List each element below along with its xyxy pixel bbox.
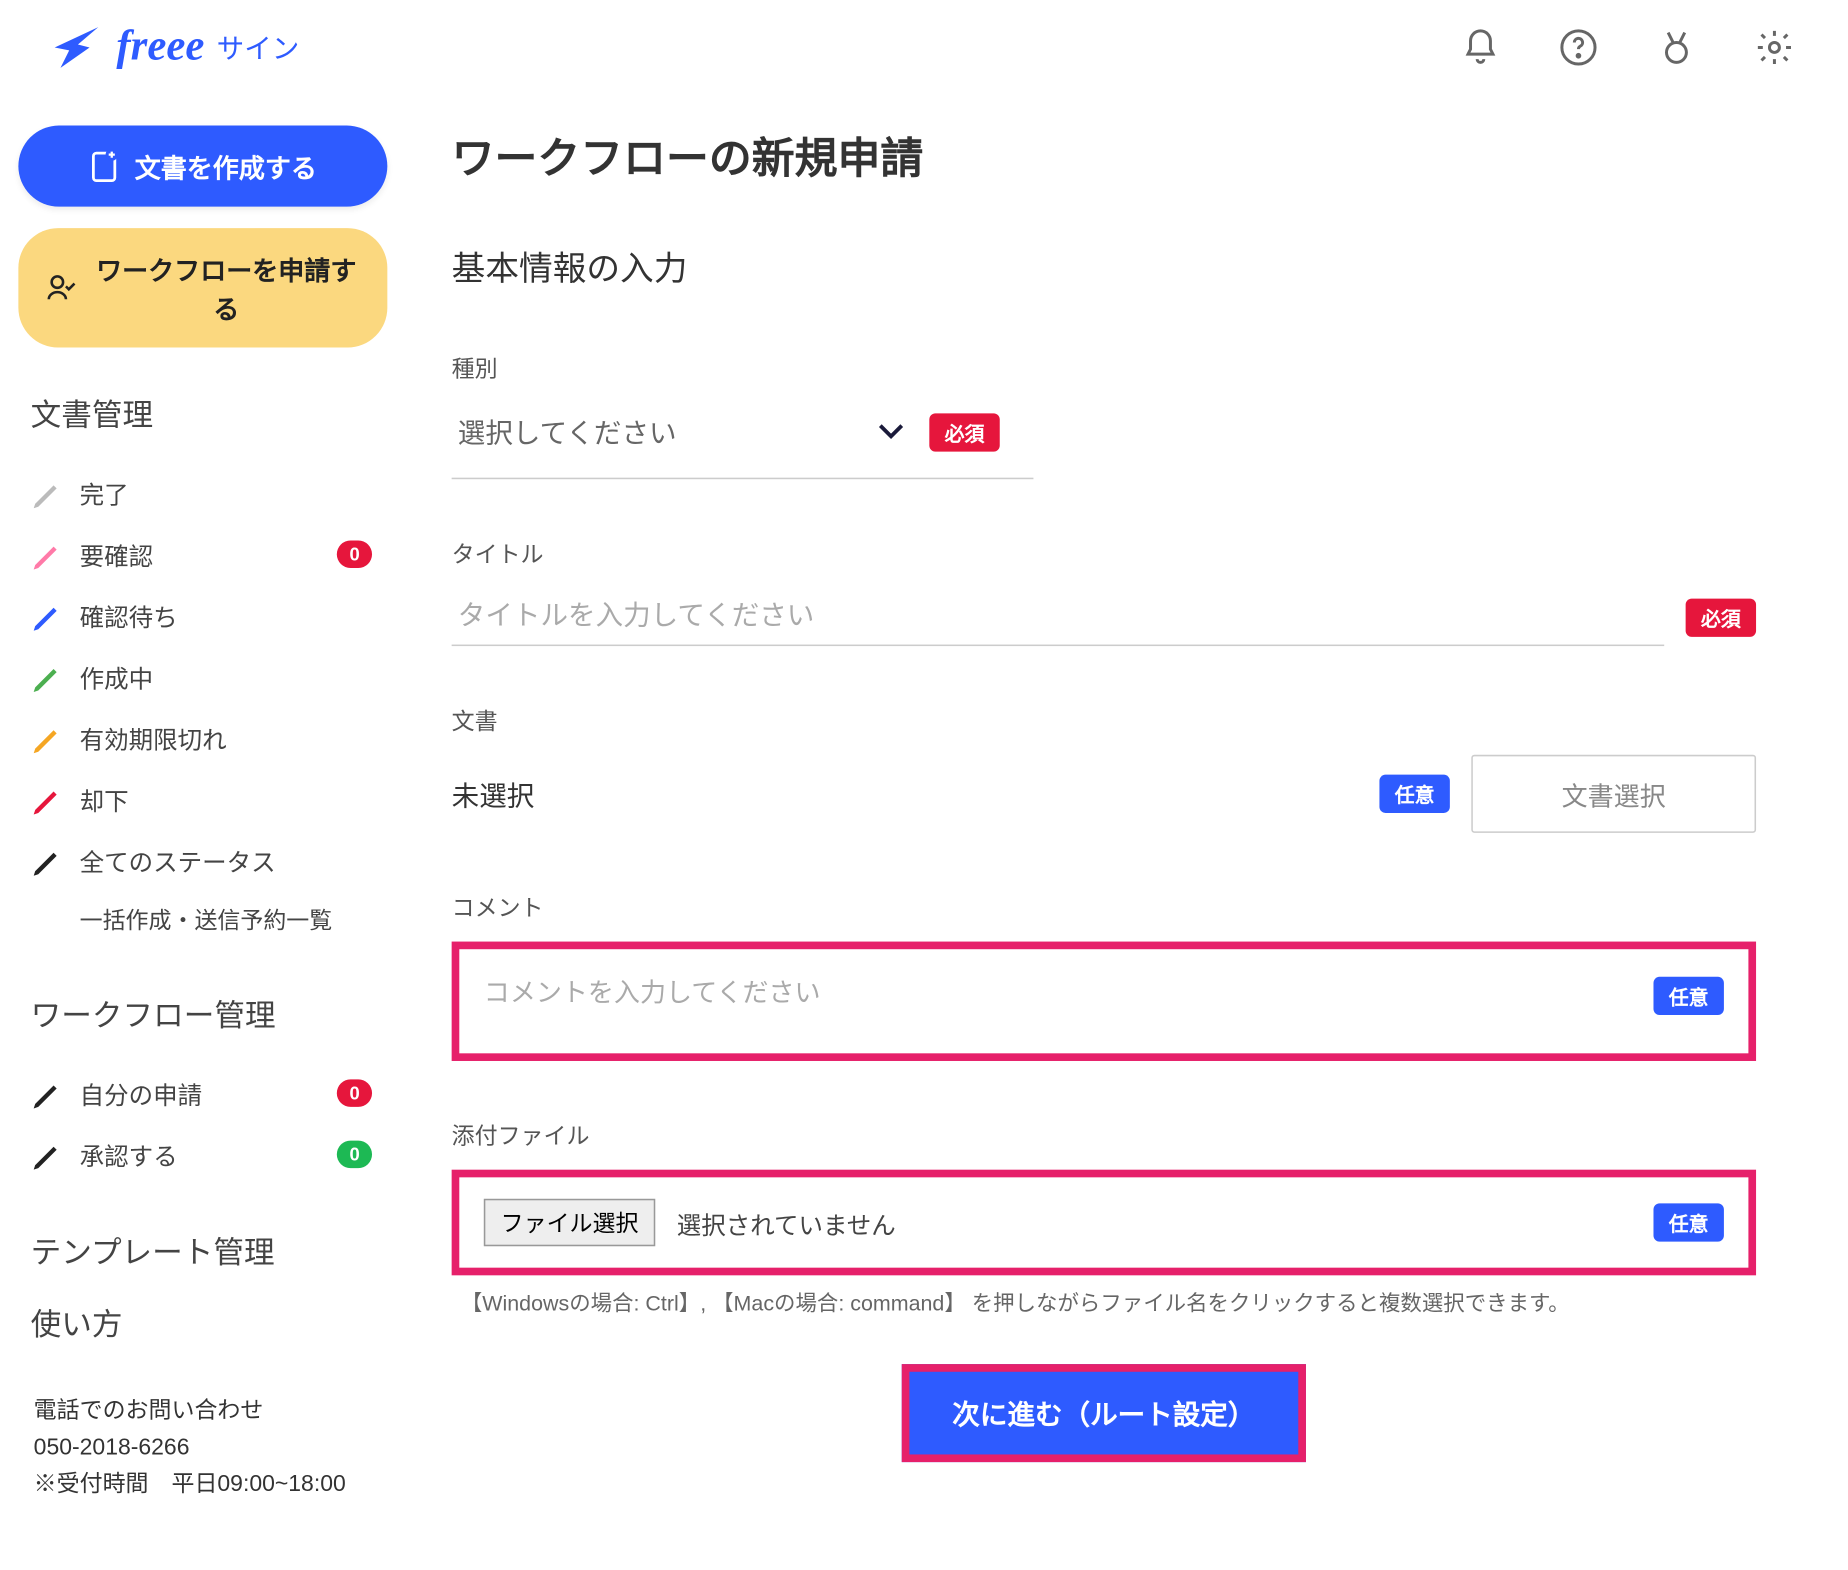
badge-count: 0 bbox=[337, 1079, 372, 1107]
sidebar-item-bulk[interactable]: 一括作成・送信予約一覧 bbox=[18, 891, 387, 948]
next-button-wrap: 次に進む（ルート設定） bbox=[452, 1364, 1756, 1462]
medal-icon[interactable] bbox=[1649, 20, 1704, 75]
logo-text: freee bbox=[116, 23, 204, 72]
sidebar-item-completed[interactable]: 完了 bbox=[18, 462, 387, 523]
contact-block: 電話でのお問い合わせ 050-2018-6266 ※受付時間 平日09:00~1… bbox=[18, 1393, 387, 1503]
gear-icon[interactable] bbox=[1747, 20, 1802, 75]
title-input[interactable] bbox=[452, 588, 1665, 646]
sidebar-item-label: 完了 bbox=[80, 475, 129, 512]
attachment-field-group: 添付ファイル ファイル選択 選択されていません 任意 【Windowsの場合: … bbox=[452, 1119, 1756, 1318]
pen-icon bbox=[31, 539, 62, 570]
required-tag: 必須 bbox=[929, 413, 999, 451]
help-icon[interactable] bbox=[1551, 20, 1606, 75]
howto-label[interactable]: 使い方 bbox=[31, 1300, 388, 1344]
sidebar-item-label: 確認待ち bbox=[80, 597, 178, 634]
document-select-button[interactable]: 文書選択 bbox=[1471, 755, 1756, 833]
file-status: 選択されていません bbox=[677, 1204, 896, 1241]
pen-icon bbox=[31, 723, 62, 754]
optional-tag: 任意 bbox=[1653, 977, 1723, 1015]
pen-icon bbox=[31, 1139, 62, 1170]
comment-input[interactable] bbox=[484, 971, 1632, 1032]
bell-icon[interactable] bbox=[1453, 20, 1508, 75]
pen-icon bbox=[31, 1078, 62, 1109]
tpl-mgmt-label[interactable]: テンプレート管理 bbox=[31, 1228, 388, 1272]
wf-mgmt-label: ワークフロー管理 bbox=[31, 991, 388, 1035]
badge-count: 0 bbox=[337, 540, 372, 568]
sidebar-item-label: 承認する bbox=[80, 1136, 178, 1173]
document-plus-icon bbox=[89, 149, 120, 183]
contact-phone: 050-2018-6266 bbox=[34, 1430, 388, 1467]
sidebar-item-rejected[interactable]: 却下 bbox=[18, 769, 387, 830]
pen-icon bbox=[31, 845, 62, 876]
document-field-group: 文書 未選択 任意 文書選択 bbox=[452, 704, 1756, 833]
sidebar-item-label: 自分の申請 bbox=[80, 1075, 203, 1112]
type-underline bbox=[452, 468, 1034, 479]
contact-hours: ※受付時間 平日09:00~18:00 bbox=[34, 1467, 388, 1504]
sidebar-item-waiting[interactable]: 確認待ち bbox=[18, 585, 387, 646]
type-select[interactable]: 選択してください bbox=[452, 403, 911, 463]
person-check-icon bbox=[46, 273, 77, 304]
pen-icon bbox=[31, 600, 62, 631]
apply-workflow-button[interactable]: ワークフローを申請する bbox=[18, 228, 387, 347]
main-content: ワークフローの新規申請 基本情報の入力 種別 選択してください 必須 タイトル … bbox=[406, 95, 1848, 1534]
title-field-group: タイトル 必須 bbox=[452, 537, 1756, 646]
doc-mgmt-label: 文書管理 bbox=[31, 390, 388, 434]
sidebar-item-label: 要確認 bbox=[80, 536, 154, 573]
sidebar-item-need-confirm[interactable]: 要確認 0 bbox=[18, 524, 387, 585]
comment-highlight: 任意 bbox=[452, 942, 1756, 1061]
pen-icon bbox=[31, 478, 62, 509]
type-label: 種別 bbox=[452, 352, 1756, 384]
file-select-button[interactable]: ファイル選択 bbox=[484, 1199, 655, 1246]
sidebar-item-drafting[interactable]: 作成中 bbox=[18, 646, 387, 707]
logo-bird-icon bbox=[46, 18, 104, 76]
badge-count: 0 bbox=[337, 1141, 372, 1169]
sidebar: 文書を作成する ワークフローを申請する 文書管理 完了 要確認 0 確認待ち 作… bbox=[0, 95, 406, 1534]
optional-tag: 任意 bbox=[1653, 1203, 1723, 1241]
sidebar-item-label: 一括作成・送信予約一覧 bbox=[80, 903, 333, 935]
page-title: ワークフローの新規申請 bbox=[452, 126, 1756, 187]
contact-line1: 電話でのお問い合わせ bbox=[34, 1393, 388, 1430]
required-tag: 必須 bbox=[1686, 598, 1756, 636]
sidebar-item-label: 作成中 bbox=[80, 658, 154, 695]
attachment-hint: 【Windowsの場合: Ctrl】, 【Macの場合: command】 を押… bbox=[461, 1288, 1756, 1319]
attachment-label: 添付ファイル bbox=[452, 1119, 1756, 1151]
optional-tag: 任意 bbox=[1379, 775, 1449, 813]
create-document-button[interactable]: 文書を作成する bbox=[18, 126, 387, 207]
logo-sub: サイン bbox=[217, 28, 300, 68]
sidebar-item-label: 却下 bbox=[80, 781, 129, 818]
logo[interactable]: freee サイン bbox=[46, 18, 299, 76]
comment-field-group: コメント 任意 bbox=[452, 891, 1756, 1061]
comment-label: コメント bbox=[452, 891, 1756, 923]
type-field-group: 種別 選択してください 必須 bbox=[452, 352, 1756, 479]
sidebar-item-expired[interactable]: 有効期限切れ bbox=[18, 707, 387, 768]
next-button[interactable]: 次に進む（ルート設定） bbox=[902, 1364, 1306, 1462]
sidebar-item-my-requests[interactable]: 自分の申請 0 bbox=[18, 1063, 387, 1124]
sidebar-item-label: 全てのステータス bbox=[80, 842, 276, 879]
header: freee サイン bbox=[0, 0, 1848, 95]
sidebar-item-label: 有効期限切れ bbox=[80, 720, 227, 757]
pen-icon bbox=[31, 784, 62, 815]
title-label: タイトル bbox=[452, 537, 1756, 569]
header-icons bbox=[1453, 20, 1802, 75]
pen-icon bbox=[31, 661, 62, 692]
attachment-highlight: ファイル選択 選択されていません 任意 bbox=[452, 1170, 1756, 1276]
document-status: 未選択 bbox=[452, 774, 1358, 814]
chevron-down-icon bbox=[877, 423, 905, 441]
sidebar-item-approve[interactable]: 承認する 0 bbox=[18, 1124, 387, 1185]
apply-workflow-label: ワークフローを申請する bbox=[93, 250, 360, 327]
section-title: 基本情報の入力 bbox=[452, 242, 1756, 291]
type-placeholder: 選択してください bbox=[458, 412, 677, 452]
document-label: 文書 bbox=[452, 704, 1756, 736]
sidebar-item-all-status[interactable]: 全てのステータス bbox=[18, 830, 387, 891]
create-doc-label: 文書を作成する bbox=[135, 147, 317, 185]
